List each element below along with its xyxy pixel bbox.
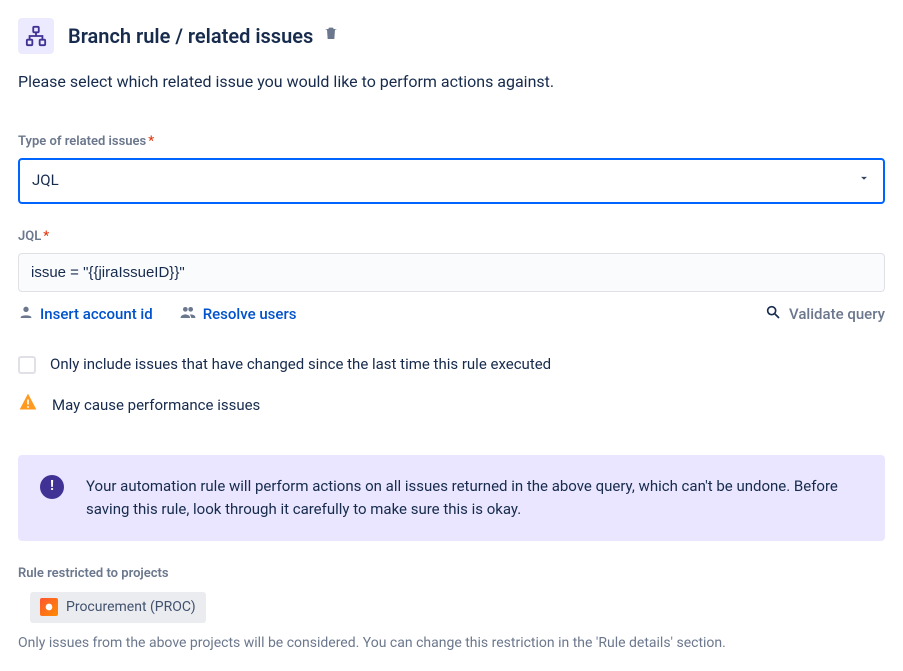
page-header: Branch rule / related issues: [18, 18, 885, 54]
project-chip-label: Procurement (PROC): [66, 597, 196, 617]
validate-query-link[interactable]: Validate query: [765, 304, 885, 327]
search-icon: [765, 304, 781, 327]
info-icon: !: [40, 475, 64, 499]
jql-label: JQL*: [18, 228, 885, 247]
branch-icon: [18, 18, 54, 54]
info-banner: ! Your automation rule will perform acti…: [18, 455, 885, 542]
jql-input[interactable]: [18, 253, 885, 292]
info-text: Your automation rule will perform action…: [86, 475, 863, 522]
insert-account-id-link[interactable]: Insert account id: [18, 304, 153, 327]
only-changed-checkbox[interactable]: [18, 356, 36, 374]
projects-label: Rule restricted to projects: [18, 565, 885, 584]
only-changed-row: Only include issues that have changed si…: [18, 354, 885, 376]
jql-helper-row: Insert account id Resolve users Validate…: [18, 304, 885, 327]
page-description: Please select which related issue you wo…: [18, 70, 885, 93]
performance-warning: May cause performance issues: [18, 392, 885, 419]
type-label: Type of related issues*: [18, 133, 885, 152]
chevron-down-icon: [857, 170, 871, 192]
person-icon: [18, 304, 34, 327]
project-chip: Procurement (PROC): [30, 592, 206, 622]
only-changed-label: Only include issues that have changed si…: [50, 354, 551, 376]
people-icon: [179, 304, 197, 327]
warning-icon: [18, 392, 38, 419]
type-select-value: JQL: [32, 170, 59, 192]
type-select[interactable]: JQL: [18, 158, 885, 204]
warning-text: May cause performance issues: [52, 395, 260, 417]
projects-footnote: Only issues from the above projects will…: [18, 633, 885, 653]
project-chip-icon: [40, 598, 58, 616]
delete-icon[interactable]: [323, 25, 339, 47]
page-title: Branch rule / related issues: [68, 22, 313, 51]
resolve-users-link[interactable]: Resolve users: [179, 304, 297, 327]
